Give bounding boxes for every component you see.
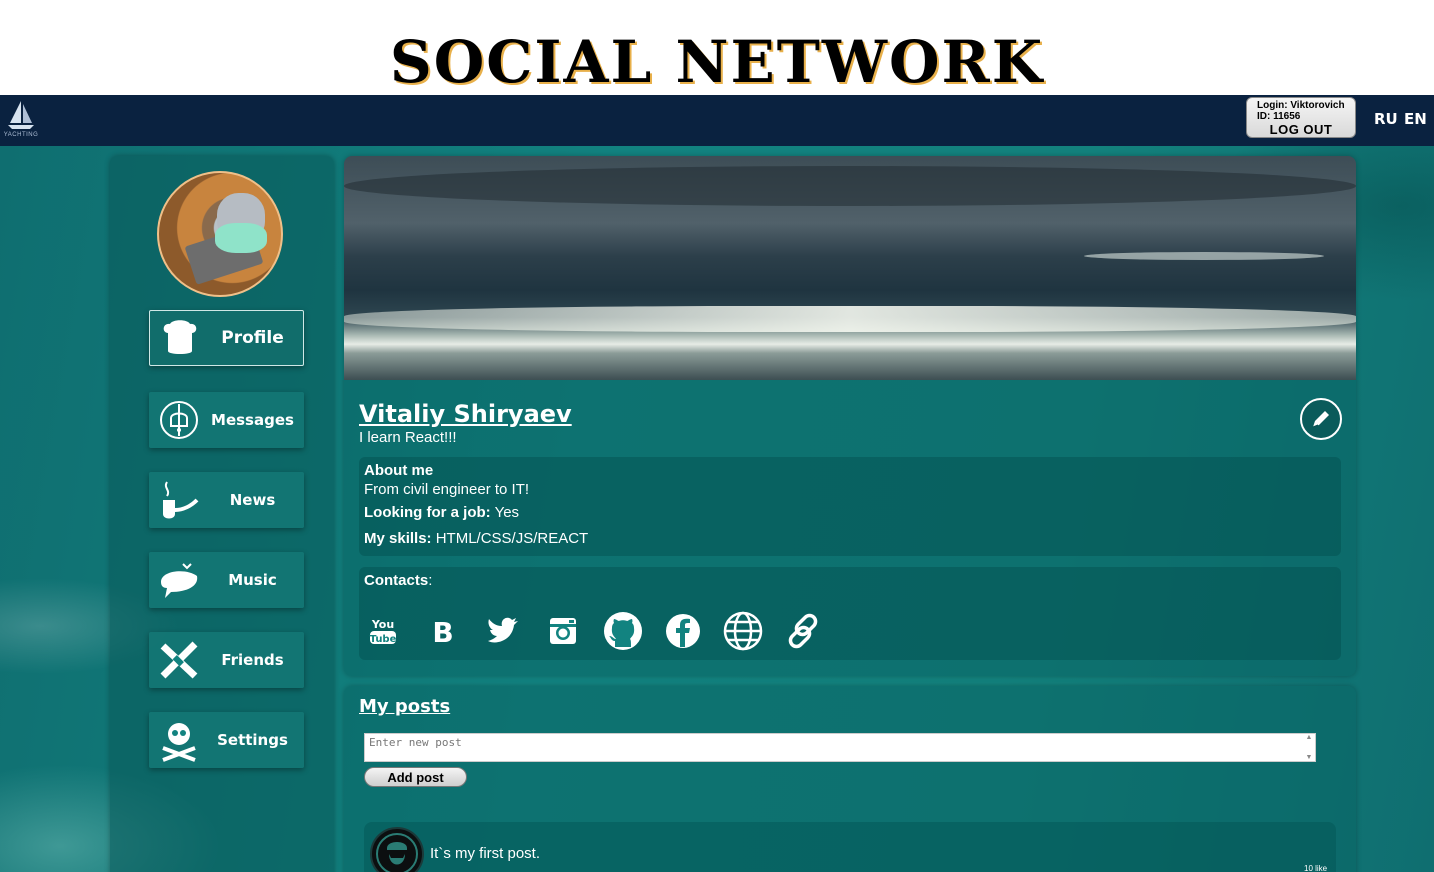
sidebar-item-news[interactable]: News [149,472,304,528]
pencil-icon [1312,411,1329,428]
svg-text:B: B [432,616,453,647]
add-post-button[interactable]: Add post [364,767,467,787]
top-bar: YACHTING Login: Viktorovich ID: 11656 LO… [0,95,1434,146]
instagram-icon[interactable] [543,611,583,651]
sidebar-item-settings[interactable]: Settings [149,712,304,768]
link-icon[interactable] [783,611,823,651]
job-row: Looking for a job: Yes [364,500,1336,526]
post-item: It`s my first post. 10 like [364,822,1336,872]
post-likes[interactable]: 10 like [1304,864,1327,872]
post-text: It`s my first post. [430,845,541,862]
skills-value: HTML/CSS/JS/REACT [435,530,589,547]
sidebar-item-label: Music [228,571,277,589]
bearded-man-avatar-icon [376,833,418,872]
pipe-icon [149,472,209,528]
profile-name: Vitaliy Shiryaev [359,400,572,428]
profile-banner-image [344,156,1356,380]
about-section: About me From civil engineer to IT! Look… [359,457,1341,556]
new-post-input[interactable] [364,733,1316,762]
profile-panel: Vitaliy Shiryaev I learn React!!! About … [344,156,1356,676]
scroll-down-icon[interactable]: ▼ [1306,754,1313,761]
skills-label: My skills: [364,530,432,547]
sidebar-item-label: Friends [221,651,284,669]
login-label: Login: Viktorovich [1257,100,1345,111]
input-scrollbar[interactable]: ▲ ▼ [1302,734,1316,761]
profile-avatar [157,171,283,297]
sidebar-item-label: Messages [211,411,294,429]
workspace: Profile Messages News Music Friends Sett… [0,146,1434,872]
crossed-bottles-icon [149,632,209,688]
contacts-section: Contacts: You Tube B [359,567,1341,660]
contacts-colon: : [428,572,433,589]
youtube-icon[interactable]: You Tube [363,611,403,651]
contact-icons: You Tube B [363,611,823,651]
user-id-label: ID: 11656 [1257,111,1301,122]
sidebar-item-music[interactable]: Music [149,552,304,608]
whale-icon [149,552,209,608]
twitter-icon[interactable] [483,611,523,651]
sidebar-item-messages[interactable]: Messages [149,392,304,448]
sidebar-item-label: News [229,491,276,509]
chef-hat-icon [150,310,210,366]
svg-text:You: You [371,618,394,631]
login-info-box: Login: Viktorovich ID: 11656 LOG OUT [1246,97,1356,138]
skull-crossbones-icon [149,712,209,768]
github-icon[interactable] [603,611,643,651]
edit-profile-button[interactable] [1300,398,1342,440]
lang-en-button[interactable]: EN [1404,110,1427,128]
post-avatar [370,827,424,872]
posts-panel: My posts ▲ ▼ Add post It`s my first post… [344,686,1356,872]
sidebar-item-label: Settings [217,731,288,749]
lang-ru-button[interactable]: RU [1374,110,1398,128]
skills-row: My skills: HTML/CSS/JS/REACT [364,526,1336,552]
profile-status[interactable]: I learn React!!! [359,429,457,446]
job-value: Yes [494,504,520,521]
vk-icon[interactable]: B [423,611,463,651]
sailboat-icon [8,100,34,129]
job-label: Looking for a job: [364,504,491,521]
logo-text: YACHTING [3,131,39,138]
scroll-up-icon[interactable]: ▲ [1306,734,1313,741]
bell-icon [149,392,209,448]
website-globe-icon[interactable] [723,611,763,651]
site-title: SOCIAL NETWORK [389,27,1045,96]
sidebar-item-profile[interactable]: Profile [149,310,304,366]
sidebar-item-label: Profile [221,328,284,348]
my-posts-title: My posts [359,696,451,717]
svg-text:Tube: Tube [370,634,397,645]
yacht-logo[interactable]: YACHTING [2,95,40,141]
sidebar-item-friends[interactable]: Friends [149,632,304,688]
about-title: About me [364,462,434,479]
logout-button[interactable]: LOG OUT [1257,123,1355,136]
about-text: From civil engineer to IT! [364,481,530,498]
contacts-title: Contacts [364,572,429,589]
sidebar: Profile Messages News Music Friends Sett… [110,156,334,872]
facebook-icon[interactable] [663,611,703,651]
